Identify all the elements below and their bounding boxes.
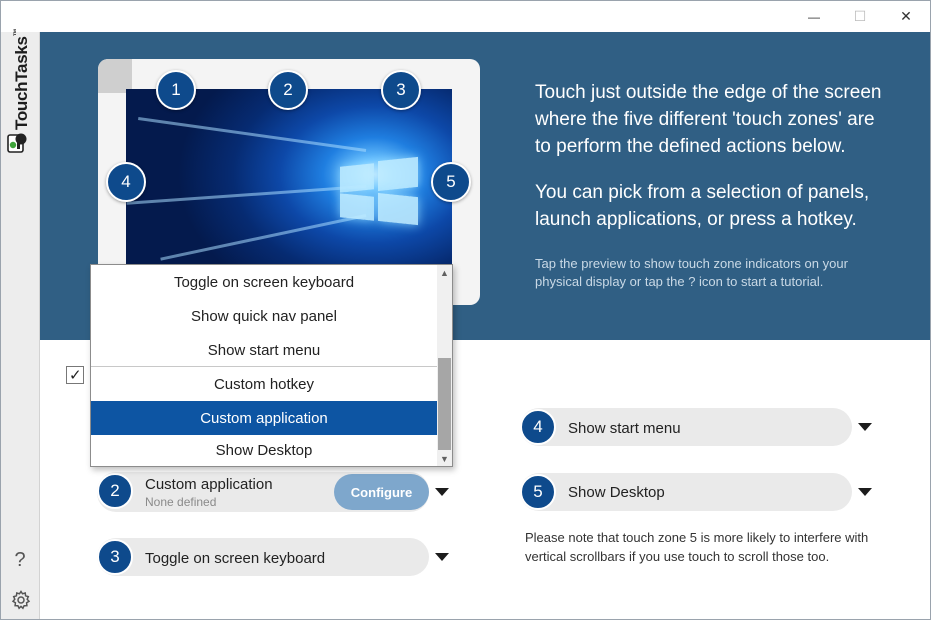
light-beam: [138, 117, 367, 152]
dropdown-option-custom-hotkey[interactable]: Custom hotkey: [91, 367, 437, 401]
zone-2-badge: 2: [97, 473, 133, 509]
dropdown-option-show-desktop[interactable]: Show Desktop: [91, 435, 437, 466]
light-beam: [126, 185, 367, 205]
dropdown-option-custom-application[interactable]: Custom application: [91, 401, 437, 435]
app-window: — ☐ ✕ TouchTasks™ ? 1 2 3 4 5 Touch just…: [0, 0, 931, 620]
maximize-icon: ☐: [853, 8, 867, 24]
logo-pane: [340, 163, 374, 193]
zone-3-badge: 3: [97, 539, 133, 575]
zone-indicator-4[interactable]: 4: [106, 162, 146, 202]
intro-text-2: You can pick from a selection of panels,…: [535, 182, 870, 230]
windows-logo-icon: [340, 156, 418, 226]
check-icon: ✓: [69, 367, 82, 384]
scrollbar-thumb[interactable]: [438, 358, 451, 450]
hint-text: Tap the preview to show touch zone indic…: [535, 256, 848, 289]
zone-number: 3: [110, 547, 120, 566]
maximize-button[interactable]: ☐: [837, 1, 883, 32]
preview-corner: [98, 59, 132, 93]
zone-3-action: Toggle on screen keyboard: [145, 550, 326, 567]
zone-2-dropdown-chevron-down-icon[interactable]: [435, 488, 449, 496]
minimize-button[interactable]: —: [791, 1, 837, 32]
zone-number: 2: [283, 80, 293, 99]
dropdown-option-toggle-keyboard[interactable]: Toggle on screen keyboard: [91, 265, 437, 299]
zone-indicator-1[interactable]: 1: [156, 70, 196, 110]
gear-icon: [11, 590, 31, 610]
scroll-down-button[interactable]: ▼: [437, 451, 452, 466]
zone-4-badge: 4: [520, 409, 556, 445]
close-icon: ✕: [900, 8, 912, 24]
zone-number: 4: [533, 417, 543, 436]
title-bar: — ☐ ✕: [1, 1, 930, 32]
zone-number: 5: [446, 172, 456, 191]
zone-2-action: Custom application: [145, 476, 273, 493]
minimize-icon: —: [808, 9, 820, 24]
dropdown-scrollbar[interactable]: ▲ ▼: [437, 265, 452, 466]
zone-4-action: Show start menu: [568, 420, 681, 437]
help-button[interactable]: ?: [10, 549, 30, 573]
zone-5-action: Show Desktop: [568, 484, 665, 501]
dropdown-options: Toggle on screen keyboard Show quick nav…: [91, 265, 437, 466]
arrow-down-icon: ▼: [440, 453, 449, 464]
zone-5-dropdown-chevron-down-icon[interactable]: [858, 488, 872, 496]
dropdown-option-quick-nav[interactable]: Show quick nav panel: [91, 299, 437, 333]
logo-pane: [378, 192, 418, 226]
settings-button[interactable]: [10, 589, 32, 611]
dropdown-option-start-menu[interactable]: Show start menu: [91, 333, 437, 367]
close-button[interactable]: ✕: [883, 1, 929, 32]
zone-indicator-2[interactable]: 2: [268, 70, 308, 110]
logo-pane: [378, 156, 418, 192]
brand-logo: TouchTasks™: [5, 29, 35, 158]
zone-number: 2: [110, 481, 120, 500]
light-beam: [160, 214, 367, 261]
arrow-up-icon: ▲: [440, 267, 449, 278]
brand-name: TouchTasks™: [12, 28, 31, 130]
configure-button[interactable]: Configure: [334, 474, 429, 510]
zone-indicator-5[interactable]: 5: [431, 162, 471, 202]
zone-4-dropdown-chevron-down-icon[interactable]: [858, 423, 872, 431]
zone-5-note: Please note that touch zone 5 is more li…: [525, 530, 869, 564]
zone-2-subtitle: None defined: [145, 495, 217, 509]
action-dropdown-list[interactable]: Toggle on screen keyboard Show quick nav…: [90, 264, 453, 467]
touchtasks-logo-icon: [7, 133, 27, 153]
zone-indicator-3[interactable]: 3: [381, 70, 421, 110]
question-icon: ?: [14, 549, 26, 571]
scroll-up-button[interactable]: ▲: [437, 265, 452, 280]
logo-pane: [340, 193, 374, 221]
enable-checkbox[interactable]: ✓: [66, 366, 84, 384]
intro-text: Touch just outside the edge of the scree…: [535, 82, 882, 157]
zone-number: 4: [121, 172, 131, 191]
zone-number: 5: [533, 482, 543, 501]
screen-preview[interactable]: [126, 89, 452, 267]
zone-3-dropdown-chevron-down-icon[interactable]: [435, 553, 449, 561]
sidebar: TouchTasks™ ?: [1, 29, 40, 619]
zone-number: 1: [171, 80, 181, 99]
zone-5-badge: 5: [520, 474, 556, 510]
zone-number: 3: [396, 80, 406, 99]
